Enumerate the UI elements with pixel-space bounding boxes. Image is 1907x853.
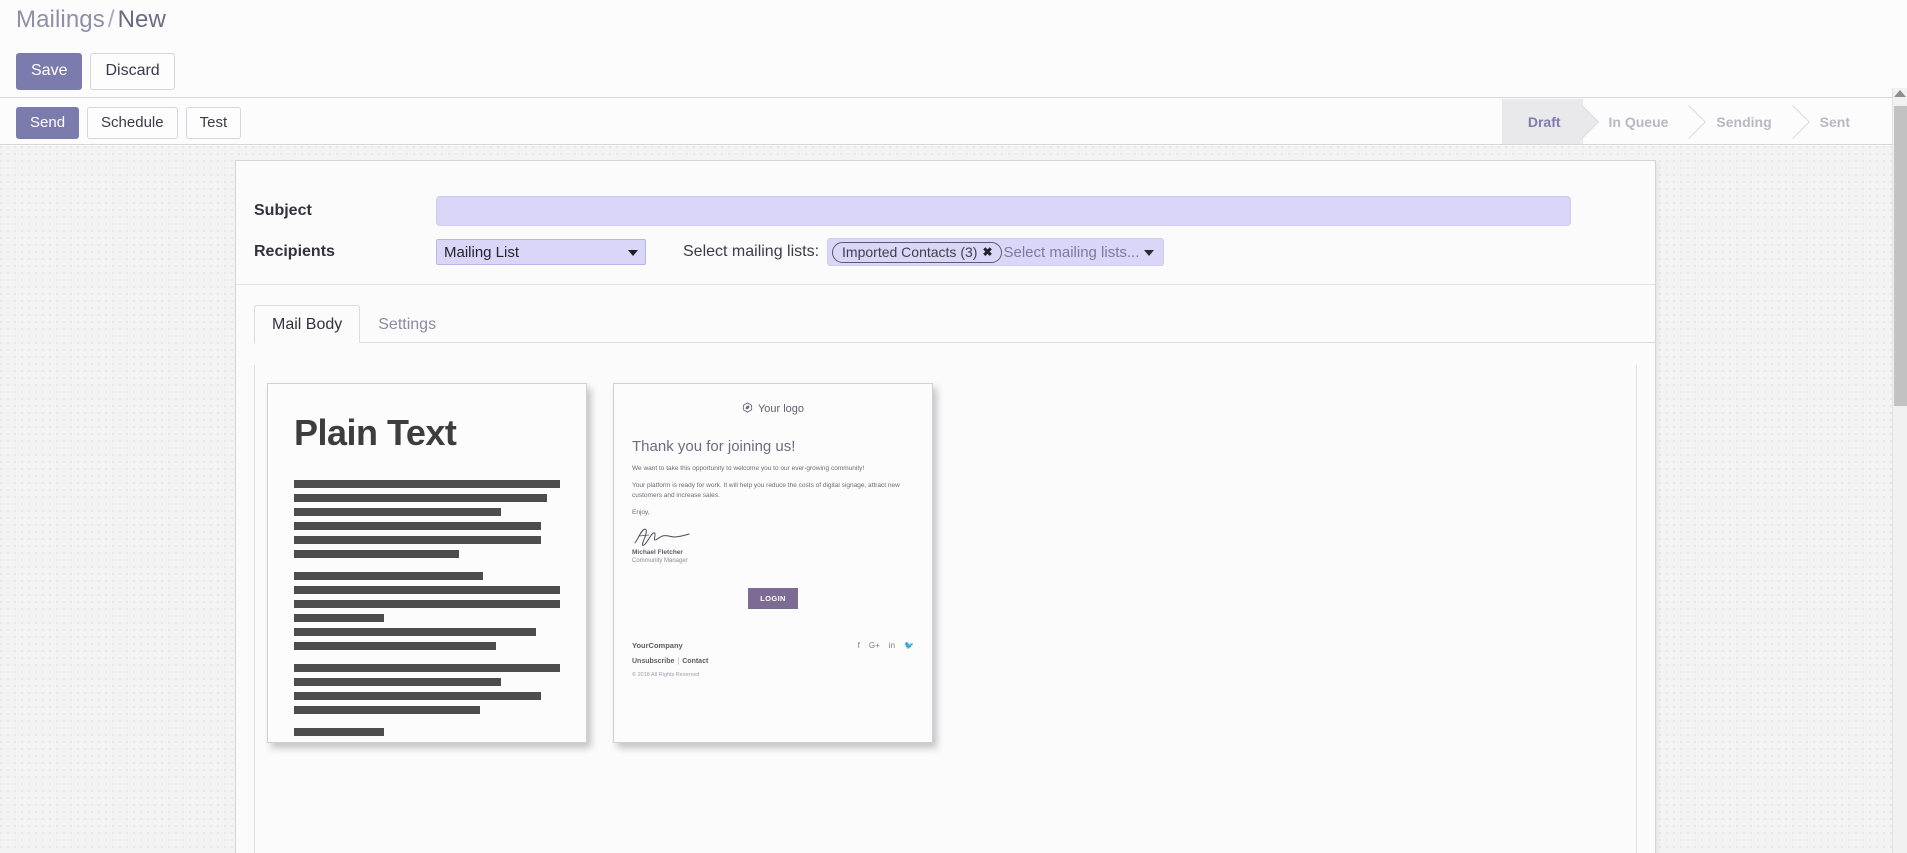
google-plus-icon[interactable]: G+ [869, 641, 880, 650]
form-canvas: Subject Recipients Mailing List Select m… [0, 146, 1892, 853]
signature-image [632, 525, 914, 547]
tab-mail-body[interactable]: Mail Body [254, 305, 361, 343]
subject-label: Subject [254, 202, 312, 219]
breadcrumb-current: New [117, 6, 166, 33]
form-divider [236, 284, 1655, 285]
chevron-down-icon[interactable] [1144, 250, 1155, 256]
placeholder-bar [294, 628, 537, 636]
scrollbar-thumb[interactable] [1894, 106, 1907, 406]
status-step-draft[interactable]: Draft [1501, 99, 1583, 144]
plain-text-title: Plain Text [294, 412, 457, 453]
subject-row: Subject [236, 196, 1655, 226]
placeholder-bar [294, 678, 502, 686]
placeholder-bar [294, 550, 459, 558]
welcome-paragraph-3: Enjoy, [632, 509, 650, 517]
footer-left: YourCompany Unsubscribe | Contact © 2018 A… [632, 641, 708, 678]
mailing-form-page: Mailings / New Save Discard Send Schedule … [0, 0, 1907, 853]
placeholder-bar [294, 480, 560, 488]
tag-label: Imported Contacts (3) [842, 243, 978, 260]
company-logo-icon [742, 402, 753, 416]
template-plain-text[interactable]: Plain Text [267, 383, 587, 743]
bar-group [294, 728, 560, 736]
form-sheet: Subject Recipients Mailing List Select m… [235, 160, 1656, 853]
email-footer: YourCompany Unsubscribe | Contact © 2018 A… [632, 641, 914, 678]
placeholder-bar [294, 586, 560, 594]
mailing-lists-field[interactable]: Imported Contacts (3) ✖ Select mailing l… [827, 238, 1165, 266]
unsubscribe-link[interactable]: Unsubscribe [632, 658, 674, 665]
welcome-paragraph-2: Your platform is ready for work. It will… [632, 482, 900, 500]
recipients-type-value[interactable]: Mailing List [436, 239, 646, 265]
footer-links: Unsubscribe | Contact [632, 658, 708, 665]
template-welcome-email[interactable]: Your logo Thank you for joining us! We w… [613, 383, 933, 743]
logo-row: Your logo [632, 402, 914, 416]
social-icons: f G+ in 🐦 [858, 641, 914, 650]
control-panel: Mailings / New Save Discard [0, 0, 1907, 98]
cta-wrapper: LOGIN [632, 588, 914, 610]
bar-group [294, 664, 560, 714]
action-buttons: Send Schedule Test [16, 107, 242, 139]
placeholder-bar [294, 706, 481, 714]
logo-text: Your logo [757, 403, 805, 415]
test-button[interactable]: Test [185, 107, 242, 139]
placeholder-bar [294, 494, 547, 502]
mailing-form: Subject Recipients Mailing List Select m… [236, 161, 1655, 285]
recipients-label: Recipients [254, 243, 335, 260]
login-cta-button[interactable]: LOGIN [748, 588, 798, 610]
welcome-paragraph-1: We want to take this opportunity to welc… [632, 465, 865, 472]
status-bar: Draft In Queue Sending Sent [1501, 99, 1872, 144]
placeholder-bar [294, 664, 560, 672]
discard-button[interactable]: Discard [90, 53, 175, 90]
placeholder-bar [294, 522, 542, 530]
breadcrumb: Mailings / New [16, 6, 166, 34]
footer-copyright: © 2018 All Rights Reserved [632, 672, 700, 679]
breadcrumb-separator: / [107, 6, 115, 33]
action-bar: Send Schedule Test Draft In Queue Sending S… [0, 99, 1907, 145]
tab-settings[interactable]: Settings [360, 305, 454, 343]
placeholder-bar [294, 572, 483, 580]
breadcrumb-root[interactable]: Mailings [16, 6, 105, 33]
bar-group [294, 572, 560, 650]
placeholder-bar [294, 642, 497, 650]
placeholder-bar [294, 536, 542, 544]
placeholder-bar [294, 600, 560, 608]
twitter-icon[interactable]: 🐦 [904, 641, 914, 650]
tag-remove-icon[interactable]: ✖ [982, 245, 992, 259]
placeholder-bar [294, 614, 385, 622]
save-button[interactable]: Save [16, 53, 83, 90]
placeholder-bar [294, 508, 502, 516]
record-buttons: Save Discard [16, 53, 175, 90]
subject-input[interactable] [436, 196, 1571, 226]
send-button[interactable]: Send [16, 107, 80, 139]
plain-text-placeholder-bars [294, 480, 560, 736]
contact-link[interactable]: Contact [682, 658, 708, 665]
recipients-type-select[interactable]: Mailing List [436, 239, 646, 265]
placeholder-bar [294, 692, 542, 700]
tag-imported-contacts[interactable]: Imported Contacts (3) ✖ [832, 241, 1002, 263]
facebook-icon[interactable]: f [858, 641, 860, 650]
mailing-lists-placeholder: Select mailing lists... [1003, 243, 1140, 261]
chevron-down-icon [628, 250, 638, 256]
placeholder-bar [294, 728, 385, 736]
schedule-button[interactable]: Schedule [87, 107, 178, 139]
recipients-row: Recipients Mailing List Select mailing l… [236, 238, 1655, 266]
scroll-up-arrow-icon[interactable] [1894, 90, 1906, 97]
template-picker: Plain Text Your logo Thank you for joini… [254, 365, 1637, 853]
tab-bar: Mail Body Settings [254, 305, 1655, 343]
welcome-heading: Thank you for joining us! [632, 438, 796, 455]
linkedin-icon[interactable]: in [889, 641, 895, 650]
vertical-scrollbar[interactable] [1892, 88, 1907, 853]
welcome-email-preview: Your logo Thank you for joining us! We w… [614, 384, 932, 678]
bar-group [294, 480, 560, 558]
signature-name: Michael Fletcher [632, 549, 683, 557]
select-mailing-lists-label: Select mailing lists: [683, 243, 820, 260]
footer-company-name: YourCompany [632, 641, 683, 651]
signature-role: Community Manager [632, 558, 688, 565]
plain-text-preview: Plain Text [268, 384, 586, 736]
